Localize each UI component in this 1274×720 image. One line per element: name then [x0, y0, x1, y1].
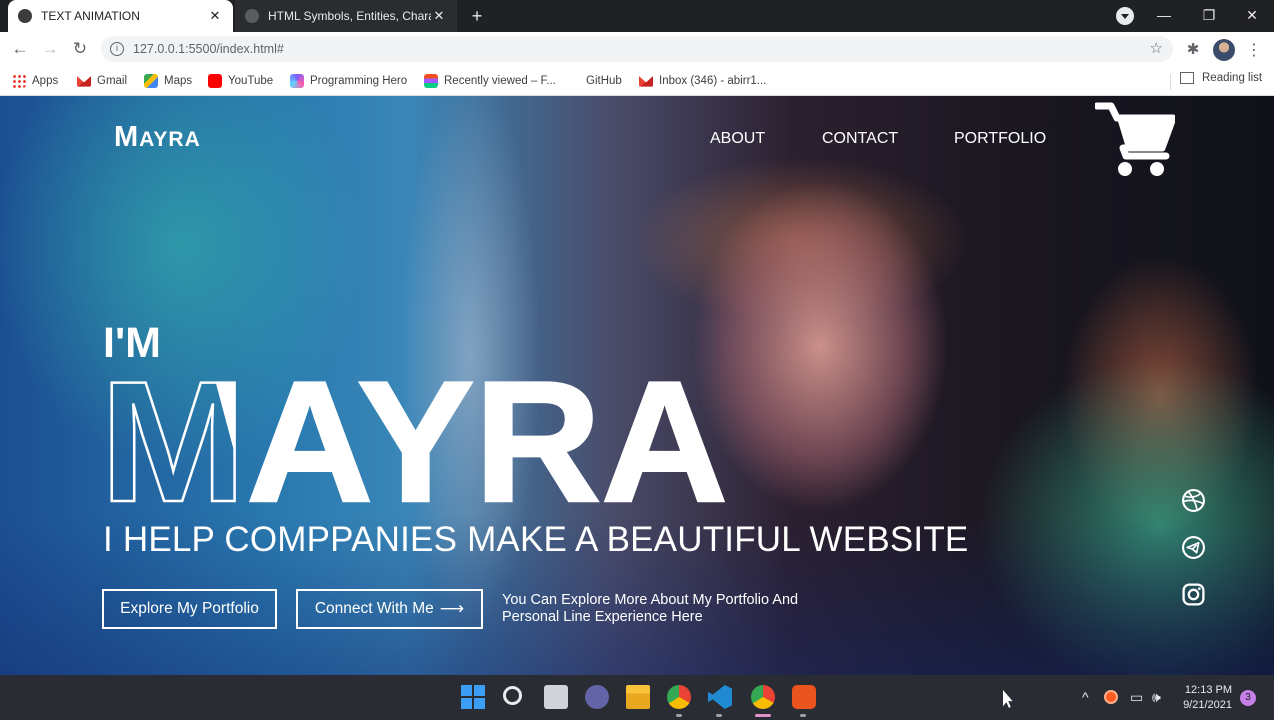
tab-text-animation[interactable]: TEXT ANIMATION ✕	[8, 0, 233, 32]
volume-icon[interactable]: 🕪	[1152, 689, 1161, 706]
reload-icon[interactable]: ↻	[68, 38, 92, 60]
site-info-icon[interactable]: i	[110, 42, 124, 56]
app-running-indicator	[800, 714, 806, 717]
network-icon[interactable]: ▭	[1130, 689, 1143, 706]
bookmark-label: GitHub	[586, 75, 622, 87]
nav-link-about[interactable]: ABOUT	[710, 130, 765, 148]
windows-start-icon[interactable]	[461, 685, 485, 709]
reading-list-button[interactable]: Reading list	[1180, 72, 1262, 84]
bookmark-star-icon[interactable]: ☆	[1150, 39, 1163, 57]
hero-note: You Can Explore More About My Portfolio …	[502, 592, 799, 625]
address-url[interactable]: 127.0.0.1:5500/index.html#	[133, 42, 284, 56]
hero-tagline: I HELP COMPPANIES MAKE A BEAUTIFUL WEBSI…	[103, 520, 969, 559]
cart-icon[interactable]	[1095, 100, 1175, 178]
telegram-icon[interactable]	[1181, 535, 1206, 560]
forward-icon[interactable]: →	[38, 38, 62, 60]
bookmark-gmail[interactable]: Gmail	[77, 72, 127, 90]
bookmark-label: Programming Hero	[310, 75, 408, 87]
github-icon	[566, 74, 580, 88]
chrome-active-icon[interactable]	[751, 685, 775, 709]
browser-menu-icon[interactable]: ⋮	[1246, 40, 1262, 59]
bookmark-label: Recently viewed – F...	[444, 75, 556, 87]
maps-icon	[144, 74, 158, 88]
chrome-icon[interactable]	[667, 685, 691, 709]
arrow-right-icon: ⟶	[439, 599, 465, 618]
bookmark-github[interactable]: GitHub	[566, 72, 622, 90]
bookmarks-bar: Apps Gmail Maps YouTube Programming Hero…	[0, 66, 1274, 96]
explore-portfolio-button[interactable]: Explore My Portfolio	[102, 589, 277, 629]
bookmark-label: Maps	[164, 75, 193, 87]
profile-avatar[interactable]	[1213, 39, 1235, 61]
gmail-icon	[639, 76, 653, 87]
taskbar: ^ ▭ 🕪 12:13 PM 9/21/2021 3	[0, 675, 1274, 720]
app-running-indicator	[716, 714, 722, 717]
figma-icon	[424, 74, 438, 88]
hero-page: MAYRA ABOUT CONTACT PORTFOLIO I'M MAYRA …	[0, 96, 1274, 675]
nav-link-portfolio[interactable]: PORTFOLIO	[954, 130, 1046, 148]
recording-tray-icon[interactable]	[1104, 690, 1118, 704]
bookmark-apps[interactable]: Apps	[12, 72, 58, 90]
clock-date: 9/21/2021	[1183, 699, 1232, 711]
bookmark-label: Inbox (346) - abirr1...	[659, 75, 767, 87]
bookmark-inbox[interactable]: Inbox (346) - abirr1...	[639, 72, 766, 90]
logo-initial: M	[114, 121, 140, 153]
hero-name: MAYRA MAYRA	[100, 361, 729, 511]
gmail-icon	[77, 76, 91, 87]
instagram-icon[interactable]	[1181, 582, 1206, 607]
bookmarks-divider	[1170, 74, 1171, 90]
tab-strip: TEXT ANIMATION ✕ HTML Symbols, Entities,…	[0, 0, 1274, 32]
clock-time: 12:13 PM	[1184, 684, 1232, 696]
button-label: Connect With Me	[314, 600, 434, 617]
bookmark-label: Apps	[32, 75, 59, 87]
tab-close-icon[interactable]: ✕	[431, 8, 447, 24]
reading-list-label: Reading list	[1202, 72, 1263, 84]
button-label: Explore My Portfolio	[120, 600, 259, 617]
bookmark-maps[interactable]: Maps	[144, 72, 192, 90]
connect-button[interactable]: Connect With Me ⟶	[296, 589, 483, 629]
maximize-button[interactable]: ❐	[1187, 0, 1231, 32]
bookmark-label: YouTube	[228, 75, 274, 87]
tab-title: HTML Symbols, Entities, Characte	[268, 9, 431, 23]
dribbble-icon[interactable]	[1181, 488, 1206, 513]
tray-chevron-icon[interactable]: ^	[1082, 689, 1089, 705]
reading-list-icon	[1180, 72, 1194, 84]
back-icon[interactable]: ←	[8, 38, 32, 60]
bookmark-label: Gmail	[97, 75, 128, 87]
notification-badge[interactable]: 3	[1240, 690, 1256, 706]
nav-link-contact[interactable]: CONTACT	[822, 130, 898, 148]
youtube-icon	[208, 74, 222, 88]
task-view-icon[interactable]	[544, 685, 568, 709]
taskbar-clock[interactable]: 12:13 PM 9/21/2021	[1180, 683, 1232, 713]
chat-icon[interactable]	[585, 685, 609, 709]
app-running-indicator	[676, 714, 682, 717]
new-tab-button[interactable]: +	[466, 5, 488, 27]
apps-icon	[12, 74, 26, 88]
app-active-indicator	[755, 714, 771, 717]
close-window-button[interactable]: ✕	[1230, 0, 1274, 32]
file-explorer-icon[interactable]	[626, 685, 650, 709]
logo-rest: AYRA	[139, 128, 201, 151]
bookmark-programming-hero[interactable]: Programming Hero	[290, 72, 407, 90]
screen-recorder-icon[interactable]	[792, 685, 816, 709]
bookmark-figma[interactable]: Recently viewed – F...	[424, 72, 556, 90]
vscode-icon[interactable]	[708, 685, 732, 709]
search-icon[interactable]	[503, 686, 522, 705]
address-bar[interactable]: i 127.0.0.1:5500/index.html# ☆	[101, 36, 1173, 62]
bookmark-youtube[interactable]: YouTube	[208, 72, 273, 90]
tab-close-icon[interactable]: ✕	[207, 8, 223, 24]
extensions-icon[interactable]: ✱	[1184, 40, 1202, 58]
programming-hero-icon	[290, 74, 304, 88]
tab-search-icon[interactable]	[1116, 7, 1134, 25]
site-logo[interactable]: MAYRA	[114, 121, 201, 154]
tab-favicon-icon	[18, 9, 32, 23]
minimize-button[interactable]: —	[1142, 0, 1186, 32]
tab-favicon-icon	[245, 9, 259, 23]
tab-title: TEXT ANIMATION	[41, 9, 140, 23]
tab-html-symbols[interactable]: HTML Symbols, Entities, Characte ✕	[235, 0, 457, 32]
browser-toolbar: ← → ↻ i 127.0.0.1:5500/index.html# ☆ ✱ ⋮	[0, 32, 1274, 66]
